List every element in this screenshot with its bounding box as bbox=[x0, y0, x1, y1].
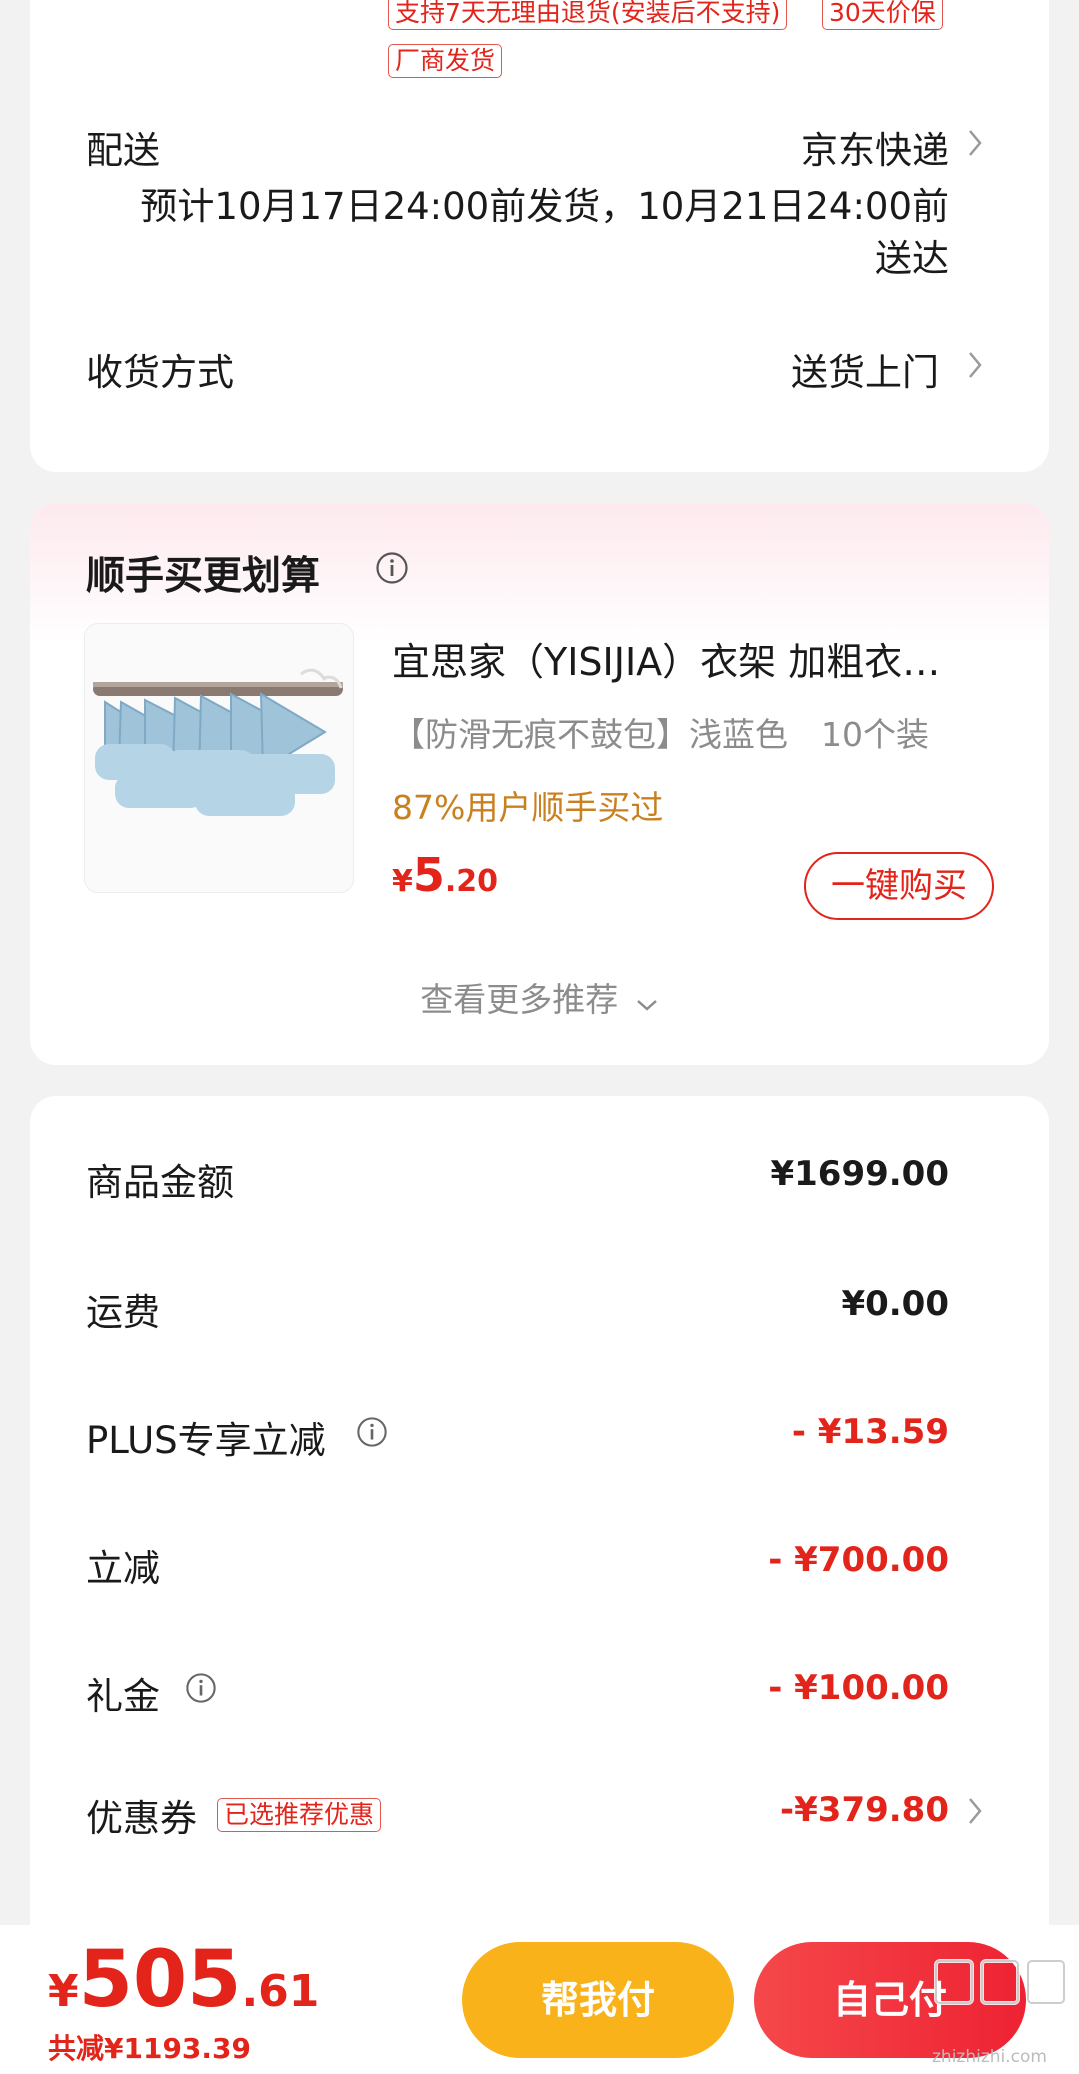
info-icon[interactable] bbox=[375, 551, 409, 589]
product-spec: 【防滑无痕不鼓包】浅蓝色 10个装 bbox=[392, 715, 929, 754]
delivery-card: 支持7天无理由退货(安装后不支持) 30天价保 厂商发货 配送 京东快递 预计1… bbox=[30, 0, 1049, 472]
watermark-logo bbox=[930, 1953, 1070, 2017]
delivery-carrier: 京东快递 bbox=[801, 129, 949, 172]
total-price: ¥505.61 bbox=[48, 1935, 319, 2025]
see-more-label: 查看更多推荐 bbox=[420, 980, 619, 1019]
checkout-bar: ¥505.61 共减¥1193.39 帮我付 自己付 zhizhizhi.com bbox=[0, 1925, 1079, 2074]
summary-value: ¥1699.00 bbox=[770, 1154, 949, 1194]
summary-value: ¥0.00 bbox=[841, 1284, 949, 1324]
total-saved[interactable]: 共减¥1193.39 bbox=[48, 2027, 251, 2067]
chevron-down-icon bbox=[635, 982, 659, 1021]
total-integer: 505 bbox=[78, 1935, 242, 2025]
summary-value: - ¥13.59 bbox=[791, 1412, 949, 1452]
price-decimal: .20 bbox=[444, 864, 499, 899]
price-currency: ¥ bbox=[392, 864, 413, 899]
chevron-right-icon bbox=[967, 128, 983, 158]
summary-value: - ¥100.00 bbox=[768, 1668, 949, 1708]
product-image[interactable] bbox=[84, 623, 354, 893]
delivery-estimate-line1: 预计10月17日24:00前发货，10月21日24:00前 bbox=[140, 185, 949, 228]
return-policy-tag: 支持7天无理由退货(安装后不支持) bbox=[388, 0, 788, 30]
product-buy-stat: 87%用户顺手买过 bbox=[392, 788, 664, 827]
recommend-title: 顺手买更划算 bbox=[86, 554, 321, 599]
summary-label: 运费 bbox=[86, 1291, 160, 1334]
price-summary-card: 商品金额 ¥1699.00 运费 ¥0.00 PLUS专享立减 - ¥13.59 立减 - ¥… bbox=[30, 1096, 1049, 1996]
delivery-estimate-line2: 送达 bbox=[875, 237, 949, 280]
total-decimal: .61 bbox=[241, 1966, 320, 2017]
price-protect-tag: 30天价保 bbox=[822, 0, 943, 30]
product-price: ¥5.20 bbox=[392, 848, 498, 902]
total-currency: ¥ bbox=[48, 1966, 79, 2017]
summary-label: 商品金额 bbox=[86, 1161, 234, 1204]
coupon-selected-tag: 已选推荐优惠 bbox=[217, 1798, 382, 1832]
chevron-right-icon bbox=[967, 1796, 983, 1826]
chevron-right-icon bbox=[967, 350, 983, 380]
summary-label: 立减 bbox=[86, 1547, 160, 1590]
product-title[interactable]: 宜思家（YISIJIA）衣架 加粗衣… bbox=[392, 631, 940, 686]
see-more-recommend[interactable]: 查看更多推荐 bbox=[30, 973, 1049, 1021]
vendor-ship-tag: 厂商发货 bbox=[388, 44, 503, 78]
summary-value: -¥379.80 bbox=[780, 1790, 949, 1830]
help-me-pay-button[interactable]: 帮我付 bbox=[462, 1942, 734, 2058]
info-icon[interactable] bbox=[185, 1672, 217, 1708]
watermark-text: zhizhizhi.com bbox=[932, 2047, 1047, 2067]
summary-label: 礼金 bbox=[86, 1675, 160, 1718]
delivery-label: 配送 bbox=[86, 129, 160, 172]
info-icon[interactable] bbox=[356, 1416, 388, 1452]
summary-label: PLUS专享立减 bbox=[86, 1419, 326, 1462]
summary-value: - ¥700.00 bbox=[768, 1540, 949, 1580]
summary-label: 优惠券 bbox=[86, 1797, 197, 1840]
receive-method-label: 收货方式 bbox=[86, 351, 234, 394]
receive-method-value: 送货上门 bbox=[791, 351, 939, 394]
one-click-buy-button[interactable]: 一键购买 bbox=[804, 852, 994, 920]
recommend-card: 顺手买更划算 宜思家（YISIJIA）衣架 加粗衣… 【防滑无痕不鼓包】浅蓝色 … bbox=[30, 503, 1049, 1065]
price-integer: 5 bbox=[412, 848, 445, 902]
